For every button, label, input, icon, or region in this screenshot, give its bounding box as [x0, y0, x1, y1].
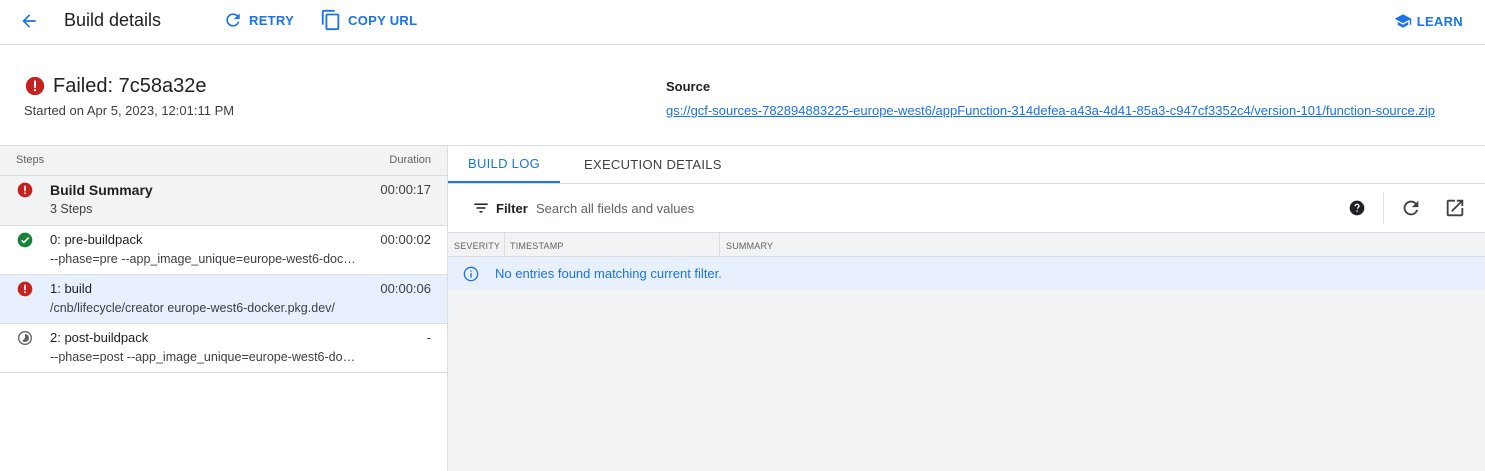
step-duration: 00:00:02	[380, 232, 431, 247]
timestamp-column-header: TIMESTAMP	[510, 241, 564, 251]
build-status: Failed: 7c58a32e	[25, 74, 206, 98]
copy-url-label: COPY URL	[348, 12, 418, 28]
source-link[interactable]: gs://gcf-sources-782894883225-europe-wes…	[666, 103, 1435, 118]
step-duration: 00:00:06	[380, 281, 431, 296]
page-title: Build details	[64, 10, 162, 30]
step-pre-buildpack[interactable]: 0: pre-buildpack --phase=pre --app_image…	[0, 226, 447, 275]
log-body	[448, 290, 1485, 471]
error-icon	[25, 76, 45, 96]
filter-label: Filter	[496, 200, 528, 216]
empty-log-message: No entries found matching current filter…	[495, 266, 722, 281]
step-name: Build Summary	[50, 182, 153, 198]
retry-label: RETRY	[249, 12, 295, 28]
learn-label: LEARN	[1416, 13, 1463, 29]
top-bar: Build details RETRY COPY URL LEARN	[0, 0, 1485, 45]
check-circle-icon	[17, 232, 33, 248]
filter-button[interactable]: Filter	[472, 199, 528, 217]
steps-column-header: Steps	[16, 154, 45, 166]
step-desc: --phase=post --app_image_unique=europe-w…	[50, 350, 360, 364]
toolbar-divider	[1383, 192, 1384, 224]
started-time: Started on Apr 5, 2023, 12:01:11 PM	[24, 103, 235, 118]
step-name: 1: build	[50, 281, 92, 296]
error-icon	[17, 182, 33, 198]
copy-icon	[321, 9, 340, 31]
severity-column-header: SEVERITY	[454, 241, 501, 251]
copy-url-button[interactable]: COPY URL	[320, 8, 417, 32]
error-icon	[17, 281, 33, 297]
help-icon[interactable]	[1349, 200, 1365, 216]
tab-bar: BUILD LOG EXECUTION DETAILS	[448, 146, 1485, 184]
build-status-title: Failed: 7c58a32e	[53, 75, 207, 97]
learn-button[interactable]: LEARN	[1394, 9, 1463, 33]
refresh-icon	[226, 13, 240, 27]
pending-icon	[18, 331, 32, 345]
step-desc: /cnb/lifecycle/creator europe-west6-dock…	[50, 301, 335, 315]
tab-build-log[interactable]: BUILD LOG	[448, 146, 560, 183]
refresh-icon[interactable]	[1400, 197, 1422, 219]
step-duration: 00:00:17	[380, 182, 431, 197]
filter-list-icon	[474, 203, 488, 213]
summary-column-header: SUMMARY	[726, 241, 774, 251]
filter-search-input[interactable]	[536, 198, 1136, 218]
log-grid-header: SEVERITY TIMESTAMP SUMMARY	[448, 232, 1485, 257]
tab-execution-details[interactable]: EXECUTION DETAILS	[584, 146, 722, 183]
step-build[interactable]: 1: build /cnb/lifecycle/creator europe-w…	[0, 275, 447, 324]
duration-column-header: Duration	[389, 154, 431, 166]
source-label: Source	[666, 79, 711, 94]
step-name: 0: pre-buildpack	[50, 232, 143, 247]
step-desc: --phase=pre --app_image_unique=europe-we…	[50, 252, 360, 266]
step-build-summary[interactable]: Build Summary 3 Steps 00:00:17	[0, 176, 447, 226]
empty-log-message-row: No entries found matching current filter…	[448, 257, 1485, 290]
step-post-buildpack[interactable]: 2: post-buildpack --phase=post --app_ima…	[0, 324, 447, 373]
step-name: 2: post-buildpack	[50, 330, 149, 345]
log-panel: BUILD LOG EXECUTION DETAILS Filter SEVER…	[448, 145, 1485, 471]
step-desc: 3 Steps	[50, 202, 93, 216]
open-in-new-icon[interactable]	[1444, 197, 1466, 219]
step-duration: -	[426, 330, 431, 345]
column-divider[interactable]	[504, 233, 505, 257]
retry-button[interactable]: RETRY	[223, 8, 294, 32]
info-icon	[463, 266, 479, 281]
steps-panel: Steps Duration Build Summary 3 Steps 00:…	[0, 145, 448, 471]
filter-bar: Filter	[448, 184, 1485, 232]
school-icon	[1394, 14, 1411, 28]
back-arrow-icon[interactable]	[16, 8, 42, 34]
column-divider[interactable]	[719, 233, 720, 257]
steps-header: Steps Duration	[0, 146, 447, 176]
